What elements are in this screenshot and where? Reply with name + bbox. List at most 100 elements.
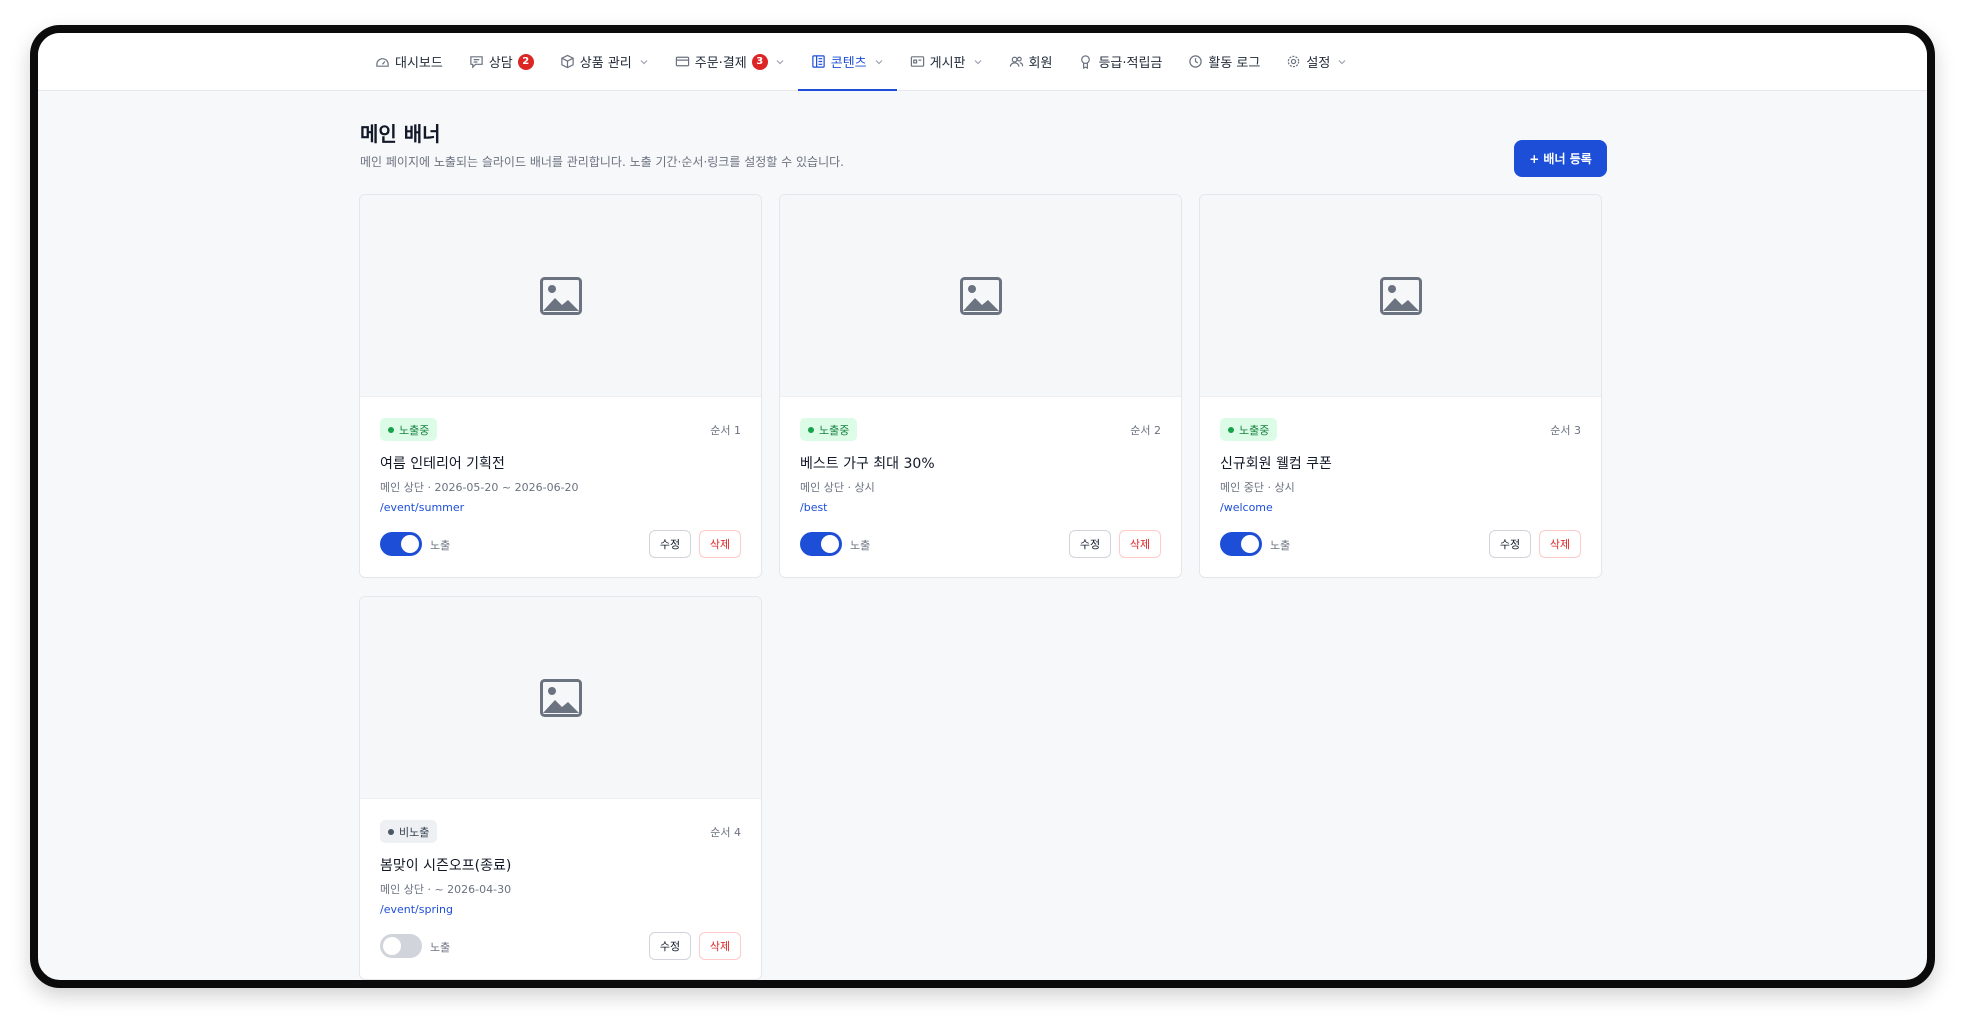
banner-meta: 메인 상단 · ~ 2026-04-30: [380, 883, 512, 896]
status-dot: [388, 426, 394, 433]
delete-button[interactable]: 삭제: [1119, 530, 1161, 558]
status-text: 노출중: [1239, 423, 1270, 437]
nav-label: 상담: [488, 56, 513, 71]
edit-button[interactable]: 수정: [649, 530, 691, 558]
nav-item-members[interactable]: 회원: [996, 33, 1066, 90]
toggle-knob: [383, 937, 401, 955]
nav-item-dashboard[interactable]: 대시보드: [362, 33, 456, 90]
content-icon: [811, 54, 826, 69]
banner-title: 봄맞이 시즌오프(종료): [380, 858, 512, 874]
visibility-toggle[interactable]: [1220, 532, 1262, 556]
dashboard-icon: [375, 54, 390, 69]
nav-label: 등급·적립금: [1098, 56, 1163, 71]
banner-card: 노출중 순서 3 신규회원 웰컴 쿠폰 메인 중단 · 상시 /welcome …: [1199, 194, 1602, 578]
nav-item-settings[interactable]: 설정: [1273, 33, 1360, 90]
toggle-label: 노출: [430, 539, 451, 552]
status-dot: [388, 828, 394, 835]
clock-icon: [1188, 54, 1203, 69]
status-badge: 노출중: [380, 418, 438, 441]
banner-card: 노출중 순서 1 여름 인테리어 기획전 메인 상단 · 2026-05-20 …: [359, 194, 762, 578]
banner-link[interactable]: /best: [800, 501, 828, 514]
banner-link[interactable]: /event/summer: [380, 501, 464, 514]
banner-card: 비노출 순서 4 봄맞이 시즌오프(종료) 메인 상단 · ~ 2026-04-…: [359, 596, 762, 980]
banner-meta: 메인 중단 · 상시: [1220, 481, 1295, 494]
nav-item-content[interactable]: 콘텐츠: [797, 33, 897, 91]
status-badge: 비노출: [380, 820, 438, 843]
nav-label: 게시판: [929, 56, 966, 71]
edit-button[interactable]: 수정: [649, 932, 691, 960]
toggle-knob: [401, 535, 419, 553]
banner-link[interactable]: /event/spring: [380, 903, 453, 916]
chat-icon: [469, 54, 484, 69]
delete-button[interactable]: 삭제: [1539, 530, 1581, 558]
board-icon: [910, 54, 925, 69]
chevron-down-icon: [1337, 57, 1347, 67]
banner-meta: 메인 상단 · 2026-05-20 ~ 2026-06-20: [380, 481, 579, 494]
delete-button[interactable]: 삭제: [699, 932, 741, 960]
users-icon: [1009, 54, 1024, 69]
status-text: 노출중: [819, 423, 850, 437]
page-title: 메인 배너: [360, 122, 441, 146]
visibility-toggle[interactable]: [380, 934, 422, 958]
nav-item-products[interactable]: 상품 관리: [547, 33, 662, 90]
nav-label: 주문·결제: [694, 56, 747, 71]
visibility-toggle[interactable]: [380, 532, 422, 556]
image-placeholder-icon: [539, 678, 582, 717]
nav-item-activity-log[interactable]: 활동 로그: [1175, 33, 1273, 90]
edit-button[interactable]: 수정: [1069, 530, 1111, 558]
banner-thumbnail: [360, 597, 761, 799]
edit-button[interactable]: 수정: [1489, 530, 1531, 558]
status-badge: 노출중: [1220, 418, 1278, 441]
status-badge: 노출중: [800, 418, 858, 441]
banner-title: 신규회원 웰컴 쿠폰: [1220, 456, 1332, 472]
visibility-toggle[interactable]: [800, 532, 842, 556]
notification-badge: 2: [517, 53, 534, 70]
banner-link[interactable]: /welcome: [1220, 501, 1273, 514]
chevron-down-icon: [973, 57, 983, 67]
status-dot: [1228, 426, 1234, 433]
page-description: 메인 페이지에 노출되는 슬라이드 배너를 관리합니다. 노출 기간·순서·링크…: [360, 155, 844, 169]
card-icon: [675, 54, 690, 69]
toggle-label: 노출: [850, 539, 871, 552]
status-dot: [808, 426, 814, 433]
image-placeholder-icon: [539, 276, 582, 315]
order-label: 순서 3: [1550, 424, 1581, 437]
nav-item-board[interactable]: 게시판: [897, 33, 996, 90]
nav-label: 회원: [1028, 56, 1053, 71]
nav-item-orders[interactable]: 주문·결제 3: [662, 33, 798, 90]
chevron-down-icon: [775, 57, 785, 67]
banner-thumbnail: [1200, 195, 1601, 397]
nav-label: 상품 관리: [579, 56, 632, 71]
image-placeholder-icon: [1379, 276, 1422, 315]
box-icon: [560, 54, 575, 69]
top-navigation: 대시보드 상담 2 상품 관리 주문·결제 3 콘텐츠 게시판 회원 등급·적립…: [38, 33, 1927, 91]
medal-icon: [1078, 54, 1093, 69]
banner-title: 베스트 가구 최대 30%: [800, 456, 935, 472]
banner-thumbnail: [780, 195, 1181, 397]
gear-icon: [1286, 54, 1301, 69]
order-label: 순서 4: [710, 826, 741, 839]
order-label: 순서 1: [710, 424, 741, 437]
image-placeholder-icon: [959, 276, 1002, 315]
delete-button[interactable]: 삭제: [699, 530, 741, 558]
add-banner-button[interactable]: + 배너 등록: [1514, 140, 1607, 177]
toggle-knob: [1241, 535, 1259, 553]
toggle-knob: [821, 535, 839, 553]
banner-meta: 메인 상단 · 상시: [800, 481, 875, 494]
nav-label: 활동 로그: [1208, 56, 1261, 71]
nav-label: 콘텐츠: [830, 56, 867, 71]
chevron-down-icon: [639, 57, 649, 67]
nav-label: 대시보드: [395, 56, 443, 71]
banner-title: 여름 인테리어 기획전: [380, 456, 505, 472]
nav-item-grades[interactable]: 등급·적립금: [1065, 33, 1175, 90]
toggle-label: 노출: [1270, 539, 1291, 552]
banner-card: 노출중 순서 2 베스트 가구 최대 30% 메인 상단 · 상시 /best …: [779, 194, 1182, 578]
nav-menu: 대시보드 상담 2 상품 관리 주문·결제 3 콘텐츠 게시판 회원 등급·적립…: [362, 33, 1360, 91]
status-text: 노출중: [399, 423, 430, 437]
nav-item-consult[interactable]: 상담 2: [456, 33, 547, 90]
order-label: 순서 2: [1130, 424, 1161, 437]
notification-badge: 3: [751, 53, 768, 70]
status-text: 비노출: [399, 825, 430, 839]
nav-label: 설정: [1306, 56, 1331, 71]
app-window: 대시보드 상담 2 상품 관리 주문·결제 3 콘텐츠 게시판 회원 등급·적립…: [30, 25, 1935, 988]
